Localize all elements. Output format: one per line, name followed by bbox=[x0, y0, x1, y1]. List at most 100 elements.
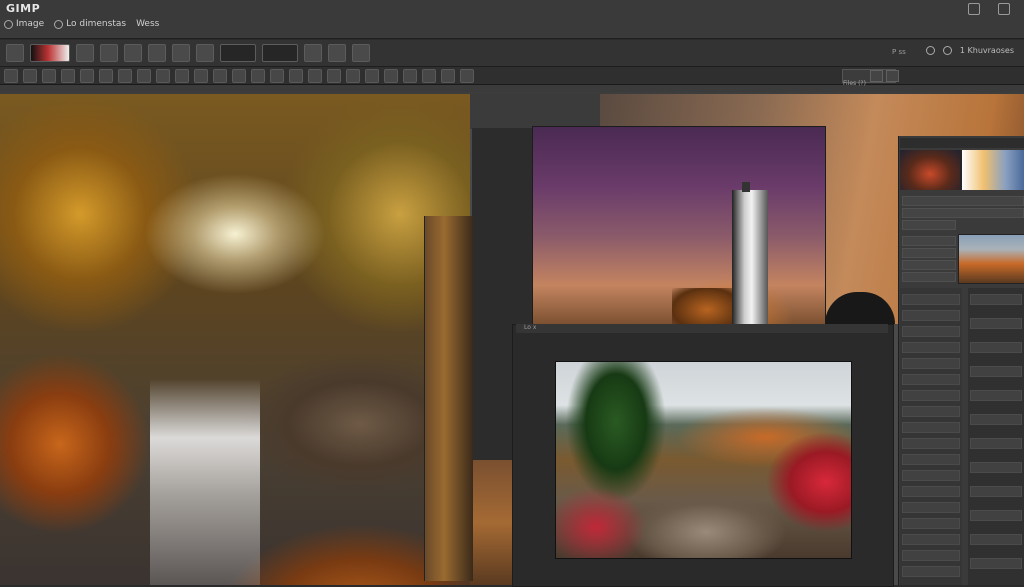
airbrush-icon[interactable] bbox=[422, 69, 436, 83]
smudge-icon[interactable] bbox=[384, 69, 398, 83]
text-icon[interactable] bbox=[213, 69, 227, 83]
align-icon[interactable] bbox=[327, 69, 341, 83]
dock-row[interactable] bbox=[902, 248, 956, 258]
gradient-icon[interactable] bbox=[76, 44, 94, 62]
hand-icon[interactable] bbox=[251, 69, 265, 83]
clock-icon[interactable] bbox=[304, 44, 322, 62]
window-controls bbox=[968, 3, 1010, 15]
crop-icon[interactable] bbox=[61, 69, 75, 83]
list-item[interactable] bbox=[902, 390, 960, 401]
list-item[interactable] bbox=[902, 310, 960, 321]
menu-item-dimensions[interactable]: Lo dimenstas bbox=[54, 19, 126, 29]
path-icon[interactable] bbox=[194, 69, 208, 83]
thumbnail-image[interactable] bbox=[962, 150, 1024, 190]
ink-icon[interactable] bbox=[403, 69, 417, 83]
lasso-icon[interactable] bbox=[23, 69, 37, 83]
list-item[interactable] bbox=[902, 502, 960, 513]
pencil-icon[interactable] bbox=[441, 69, 455, 83]
list-item[interactable] bbox=[970, 486, 1022, 497]
layer-mode-field[interactable] bbox=[220, 44, 256, 62]
select-icon[interactable] bbox=[4, 69, 18, 83]
list-item[interactable] bbox=[970, 438, 1022, 449]
blur-icon[interactable] bbox=[156, 69, 170, 83]
list-item[interactable] bbox=[902, 518, 960, 529]
dock-row[interactable] bbox=[902, 260, 956, 270]
list-item[interactable] bbox=[970, 318, 1022, 329]
pointer-icon[interactable] bbox=[6, 44, 24, 62]
menu-item-wess[interactable]: Wess bbox=[136, 19, 159, 29]
wand-icon[interactable] bbox=[42, 69, 56, 83]
dock-row[interactable] bbox=[902, 196, 1024, 206]
info-icon[interactable] bbox=[942, 46, 952, 55]
gear-icon[interactable] bbox=[460, 69, 474, 83]
menu-item-label: Image bbox=[16, 19, 45, 29]
transform-icon[interactable] bbox=[100, 44, 118, 62]
list-item[interactable] bbox=[902, 422, 960, 433]
list-item[interactable] bbox=[970, 462, 1022, 473]
text-icon[interactable] bbox=[124, 44, 142, 62]
list-item[interactable] bbox=[970, 294, 1022, 305]
crop-icon[interactable] bbox=[196, 44, 214, 62]
dock-row[interactable] bbox=[902, 272, 956, 282]
app-title: GIMP bbox=[6, 2, 41, 15]
dock-header[interactable] bbox=[900, 138, 1024, 148]
cage-icon[interactable] bbox=[365, 69, 379, 83]
list-item[interactable] bbox=[902, 326, 960, 337]
forest-image[interactable] bbox=[555, 361, 852, 559]
dialog-title: Lo x bbox=[524, 324, 537, 331]
list-item[interactable] bbox=[902, 566, 960, 577]
sub-label: Files (?) bbox=[843, 80, 866, 87]
list-item[interactable] bbox=[970, 390, 1022, 401]
fill-icon[interactable] bbox=[137, 69, 151, 83]
list-item[interactable] bbox=[902, 534, 960, 545]
list-item[interactable] bbox=[902, 550, 960, 561]
opacity-field[interactable] bbox=[262, 44, 298, 62]
list-item[interactable] bbox=[902, 358, 960, 369]
layer-strip-panel[interactable] bbox=[424, 216, 473, 581]
link-icon[interactable] bbox=[886, 70, 899, 82]
help-icon[interactable] bbox=[328, 44, 346, 62]
list-item[interactable] bbox=[902, 438, 960, 449]
menu-item-image[interactable]: Image bbox=[4, 19, 44, 29]
dock-row[interactable] bbox=[902, 236, 956, 246]
eraser-icon[interactable] bbox=[118, 69, 132, 83]
dodge-icon[interactable] bbox=[175, 69, 189, 83]
list-item[interactable] bbox=[902, 486, 960, 497]
list-item[interactable] bbox=[902, 406, 960, 417]
list-item[interactable] bbox=[970, 342, 1022, 353]
minimize-icon[interactable] bbox=[968, 3, 980, 15]
list-item[interactable] bbox=[902, 454, 960, 465]
status-info: 1 Khuvraoses bbox=[925, 46, 1014, 55]
dock-row[interactable] bbox=[902, 208, 1024, 218]
shape-icon[interactable] bbox=[232, 69, 246, 83]
list-item[interactable] bbox=[970, 534, 1022, 545]
layer-preview-image[interactable] bbox=[958, 234, 1024, 284]
list-item[interactable] bbox=[970, 510, 1022, 521]
measure-icon[interactable] bbox=[308, 69, 322, 83]
list-item[interactable] bbox=[970, 558, 1022, 569]
warp-icon[interactable] bbox=[346, 69, 360, 83]
waterfall-image[interactable] bbox=[0, 94, 470, 585]
move-icon[interactable] bbox=[172, 44, 190, 62]
zoom-icon[interactable] bbox=[925, 46, 935, 55]
list-item[interactable] bbox=[970, 366, 1022, 377]
heal-icon[interactable] bbox=[80, 69, 94, 83]
thumbnail-image[interactable] bbox=[900, 150, 960, 190]
list-item[interactable] bbox=[902, 342, 960, 353]
lock-icon[interactable] bbox=[870, 70, 883, 82]
brush-preset-icon[interactable] bbox=[30, 44, 70, 62]
list-item[interactable] bbox=[902, 374, 960, 385]
dialog-titlebar[interactable]: Lo x bbox=[516, 324, 888, 333]
zoom-icon[interactable] bbox=[270, 69, 284, 83]
list-item[interactable] bbox=[902, 470, 960, 481]
pen-icon[interactable] bbox=[148, 44, 166, 62]
maximize-icon[interactable] bbox=[998, 3, 1010, 15]
list-item[interactable] bbox=[902, 294, 960, 305]
clock-icon bbox=[4, 19, 13, 29]
clone-icon[interactable] bbox=[99, 69, 113, 83]
grid-icon[interactable] bbox=[352, 44, 370, 62]
color-picker-icon[interactable] bbox=[289, 69, 303, 83]
image-frame-top bbox=[470, 94, 600, 129]
list-item[interactable] bbox=[970, 414, 1022, 425]
dock-row[interactable] bbox=[902, 220, 956, 230]
